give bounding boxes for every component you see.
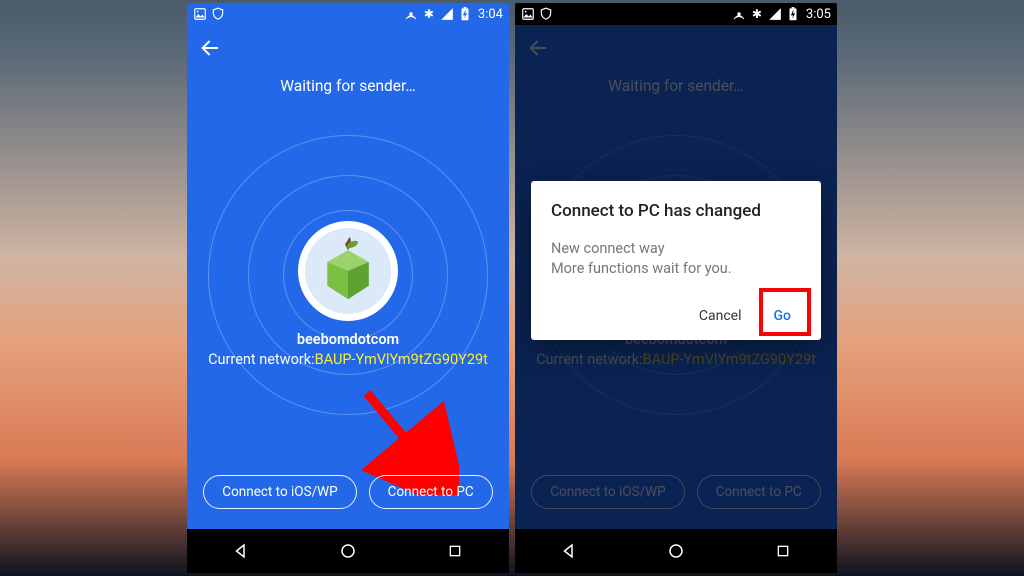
content-area: Waiting for sender… beebomdotco: [515, 25, 837, 529]
nav-recent-button[interactable]: [773, 541, 793, 561]
dialog-line1: New connect way: [551, 239, 801, 259]
network-value: BAUP-YmVlYm9tZG90Y29t: [315, 351, 488, 368]
dialog-line2: More functions wait for you.: [551, 259, 801, 279]
status-left: [193, 7, 225, 21]
nav-bar: [187, 529, 509, 573]
signal-icon: [768, 7, 782, 21]
nav-home-button[interactable]: [338, 541, 358, 561]
back-button[interactable]: [199, 37, 221, 59]
network-row: Current network:BAUP-YmVlYm9tZG90Y29t: [187, 351, 509, 368]
shield-icon: [539, 7, 553, 21]
content-area: Waiting for sender… beebomdotco: [187, 25, 509, 529]
username-label: beebomdotcom: [187, 331, 509, 348]
hotspot-icon: [732, 7, 746, 21]
waiting-text: Waiting for sender…: [280, 77, 415, 95]
shield-icon: [211, 7, 225, 21]
nav-bar: [515, 529, 837, 573]
button-row: Connect to iOS/WP Connect to PC: [187, 475, 509, 509]
status-bar: ✱ 3:04: [187, 3, 509, 25]
bluetooth-icon: ✱: [422, 7, 436, 21]
hotspot-icon: [404, 7, 418, 21]
status-left: [521, 7, 553, 21]
dialog-cancel-button[interactable]: Cancel: [689, 300, 752, 332]
nav-recent-button[interactable]: [445, 541, 465, 561]
dialog-go-button[interactable]: Go: [764, 300, 801, 332]
nav-back-button[interactable]: [559, 541, 579, 561]
dialog-title: Connect to PC has changed: [551, 201, 801, 221]
status-right: ✱ 3:05: [732, 7, 831, 22]
phones-container: ✱ 3:04 Waiting for sender…: [187, 3, 837, 573]
connect-pc-button[interactable]: Connect to PC: [369, 475, 493, 509]
dialog-body: New connect way More functions wait for …: [551, 239, 801, 278]
status-time: 3:04: [478, 7, 503, 22]
image-icon: [521, 7, 535, 21]
battery-icon: [458, 7, 472, 21]
nav-back-button[interactable]: [231, 541, 251, 561]
phone-left: ✱ 3:04 Waiting for sender…: [187, 3, 509, 573]
status-bar: ✱ 3:05: [515, 3, 837, 25]
avatar: [298, 221, 398, 321]
nav-home-button[interactable]: [666, 541, 686, 561]
signal-icon: [440, 7, 454, 21]
avatar-image: [305, 228, 391, 314]
status-time: 3:05: [806, 7, 831, 22]
battery-icon: [786, 7, 800, 21]
network-label: Current network:: [208, 351, 315, 368]
connect-ios-button[interactable]: Connect to iOS/WP: [203, 475, 356, 509]
status-right: ✱ 3:04: [404, 7, 503, 22]
phone-right: ✱ 3:05 Waiting for sender…: [515, 3, 837, 573]
dialog-actions: Cancel Go: [551, 300, 801, 332]
image-icon: [193, 7, 207, 21]
dialog-connect-pc-changed: Connect to PC has changed New connect wa…: [531, 181, 821, 340]
bluetooth-icon: ✱: [750, 7, 764, 21]
